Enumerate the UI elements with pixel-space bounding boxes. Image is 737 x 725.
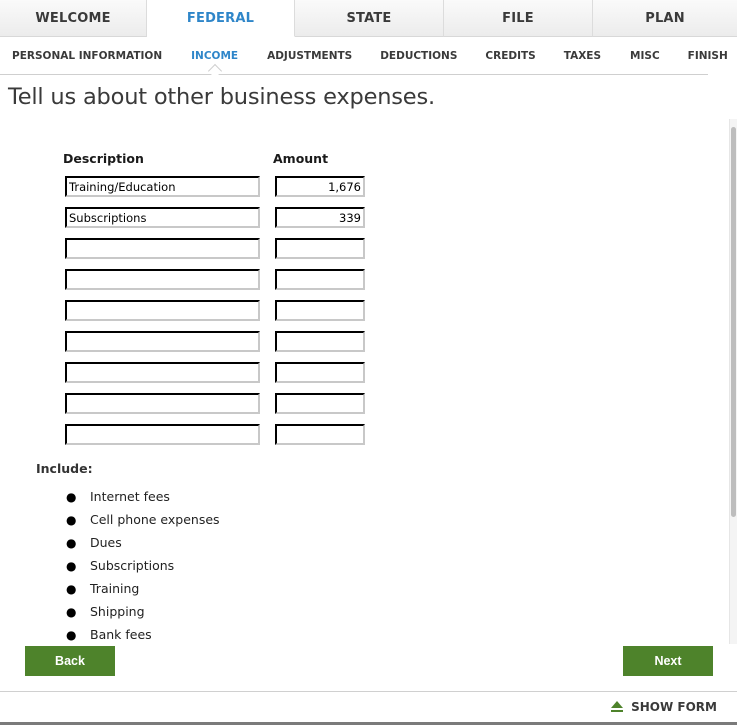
include-item: ● Subscriptions <box>66 554 220 577</box>
amount-input[interactable] <box>275 238 365 259</box>
include-item: ● Shipping <box>66 600 220 623</box>
description-input[interactable] <box>65 176 260 197</box>
description-input[interactable] <box>65 424 260 445</box>
next-button[interactable]: Next <box>623 646 713 676</box>
amount-input[interactable] <box>275 424 365 445</box>
subnav-deductions[interactable]: DEDUCTIONS <box>380 50 457 62</box>
bullet-icon: ● <box>66 512 77 527</box>
include-item: ● Dues <box>66 531 220 554</box>
bullet-icon: ● <box>66 581 77 596</box>
amount-input[interactable] <box>275 176 365 197</box>
scrollbar-thumb[interactable] <box>731 127 736 517</box>
tab-plan[interactable]: PLAN <box>593 0 737 37</box>
subnav-credits[interactable]: CREDITS <box>485 50 535 62</box>
amount-input[interactable] <box>275 331 365 352</box>
bullet-icon: ● <box>66 627 77 642</box>
subnav-personal-information[interactable]: PERSONAL INFORMATION <box>12 50 162 62</box>
include-item-label: Internet fees <box>90 489 170 504</box>
tab-federal[interactable]: FEDERAL <box>147 0 295 37</box>
show-form-label: SHOW FORM <box>631 700 717 714</box>
include-label: Include: <box>36 461 93 476</box>
tab-welcome[interactable]: WELCOME <box>0 0 147 37</box>
include-item-label: Training <box>90 581 140 596</box>
vertical-scrollbar[interactable] <box>729 119 737 644</box>
include-item-label: Dues <box>90 535 122 550</box>
include-item: ● Training <box>66 577 220 600</box>
tab-state[interactable]: STATE <box>295 0 444 37</box>
footer-divider <box>0 691 737 692</box>
top-tabs: WELCOME FEDERAL STATE FILE PLAN <box>0 0 737 37</box>
amount-input[interactable] <box>275 300 365 321</box>
include-item: ● Cell phone expenses <box>66 508 220 531</box>
back-button[interactable]: Back <box>25 646 115 676</box>
eject-triangle-icon <box>611 701 624 712</box>
include-item-label: Bank fees <box>90 627 152 642</box>
amount-input[interactable] <box>275 393 365 414</box>
bullet-icon: ● <box>66 558 77 573</box>
include-item-label: Shipping <box>90 604 145 619</box>
description-input[interactable] <box>65 269 260 290</box>
amount-input[interactable] <box>275 362 365 383</box>
include-item-label: Subscriptions <box>90 558 175 573</box>
description-input[interactable] <box>65 238 260 259</box>
include-item: ● Internet fees <box>66 485 220 508</box>
subnav-finish[interactable]: FINISH <box>688 50 728 62</box>
description-input[interactable] <box>65 393 260 414</box>
include-list: ● Internet fees ● Cell phone expenses ● Dues ●… <box>66 485 220 646</box>
show-form-button[interactable]: SHOW FORM <box>611 700 717 714</box>
subnav-taxes[interactable]: TAXES <box>564 50 601 62</box>
description-input[interactable] <box>65 331 260 352</box>
description-input[interactable] <box>65 300 260 321</box>
tab-file[interactable]: FILE <box>444 0 593 37</box>
bullet-icon: ● <box>66 489 77 504</box>
description-column-header: Description <box>63 151 144 166</box>
page-title: Tell us about other business expenses. <box>8 84 435 110</box>
bullet-icon: ● <box>66 604 77 619</box>
description-input[interactable] <box>65 362 260 383</box>
subnav-income[interactable]: INCOME <box>191 50 238 62</box>
include-item-label: Cell phone expenses <box>90 512 220 527</box>
include-item: ● Bank fees <box>66 623 220 646</box>
amount-input[interactable] <box>275 269 365 290</box>
subnav-adjustments[interactable]: ADJUSTMENTS <box>267 50 352 62</box>
sub-nav: PERSONAL INFORMATION INCOME ADJUSTMENTS … <box>0 37 728 75</box>
subnav-misc[interactable]: MISC <box>630 50 660 62</box>
amount-input[interactable] <box>275 207 365 228</box>
amount-column-header: Amount <box>273 151 329 166</box>
description-input[interactable] <box>65 207 260 228</box>
bullet-icon: ● <box>66 535 77 550</box>
